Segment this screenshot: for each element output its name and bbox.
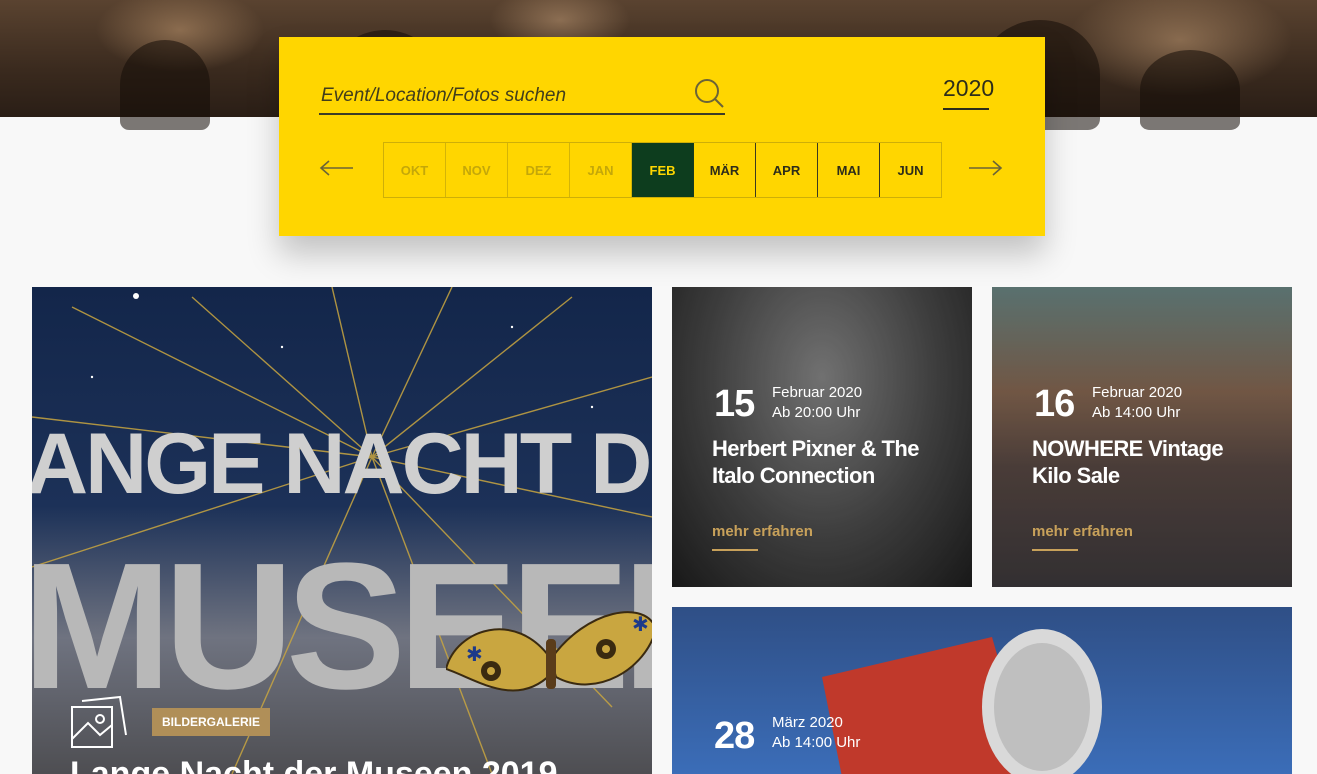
event-card-pixner[interactable]: 15 Februar 2020 Ab 20:00 Uhr Herbert Pix… (672, 287, 972, 587)
more-link[interactable]: mehr erfahren (1032, 523, 1133, 540)
event-title[interactable]: NOWHERE Vintage Kilo Sale (1032, 435, 1262, 489)
moth-illustration: ✱ ✱ (446, 611, 652, 692)
svg-text:✱: ✱ (466, 642, 483, 666)
month-jan[interactable]: JAN (570, 143, 632, 197)
gallery-badge: BILDERGALERIE (152, 708, 271, 736)
event-title[interactable]: Herbert Pixner & The Italo Connection (712, 435, 952, 489)
event-time: Ab 14:00 Uhr (772, 734, 861, 751)
event-month-year: März 2020 (772, 714, 843, 731)
gallery-icon (71, 695, 127, 748)
event-time: Ab 14:00 Uhr (1092, 404, 1181, 421)
month-apr[interactable]: APR (756, 143, 818, 197)
svg-text:✱: ✱ (632, 612, 649, 636)
month-dez[interactable]: DEZ (508, 143, 570, 197)
more-link-underline (712, 549, 758, 551)
month-okt[interactable]: OKT (384, 143, 446, 197)
event-card-nowhere[interactable]: 16 Februar 2020 Ab 14:00 Uhr NOWHERE Vin… (992, 287, 1292, 587)
month-jun[interactable]: JUN (880, 143, 941, 197)
event-day: 16 (1034, 383, 1075, 425)
search-field (319, 75, 725, 115)
event-day: 28 (714, 715, 755, 757)
arrow-right-icon[interactable] (967, 159, 1003, 177)
event-day: 15 (714, 383, 755, 425)
featured-gallery-card[interactable]: ANGE NACHT DE MUSEEN ✱ ✱ BILDERGALERIE L… (32, 287, 652, 774)
search-icon[interactable] (693, 77, 725, 109)
month-nov[interactable]: NOV (446, 143, 508, 197)
search-input[interactable] (319, 81, 683, 111)
event-month-year: Februar 2020 (772, 384, 863, 401)
event-card-wide[interactable]: 28 März 2020 Ab 14:00 Uhr (672, 607, 1292, 774)
more-link-underline (1032, 549, 1078, 551)
poster-text-line1: ANGE NACHT DE (32, 416, 652, 512)
event-time: Ab 20:00 Uhr (772, 404, 861, 421)
month-mai[interactable]: MAI (818, 143, 880, 197)
search-panel: 2020 OKT NOV DEZ JAN FEB MÄR APR MAI JUN (279, 37, 1045, 236)
card-title[interactable]: Lange Nacht der Museen 2019 (70, 755, 558, 774)
month-maer[interactable]: MÄR (694, 143, 756, 197)
arrow-left-icon[interactable] (319, 159, 355, 177)
event-month-year: Februar 2020 (1092, 384, 1183, 401)
month-feb[interactable]: FEB (632, 143, 694, 197)
more-link[interactable]: mehr erfahren (712, 523, 813, 540)
month-selector: OKT NOV DEZ JAN FEB MÄR APR MAI JUN (383, 142, 942, 198)
year-selector[interactable]: 2020 (943, 75, 994, 110)
